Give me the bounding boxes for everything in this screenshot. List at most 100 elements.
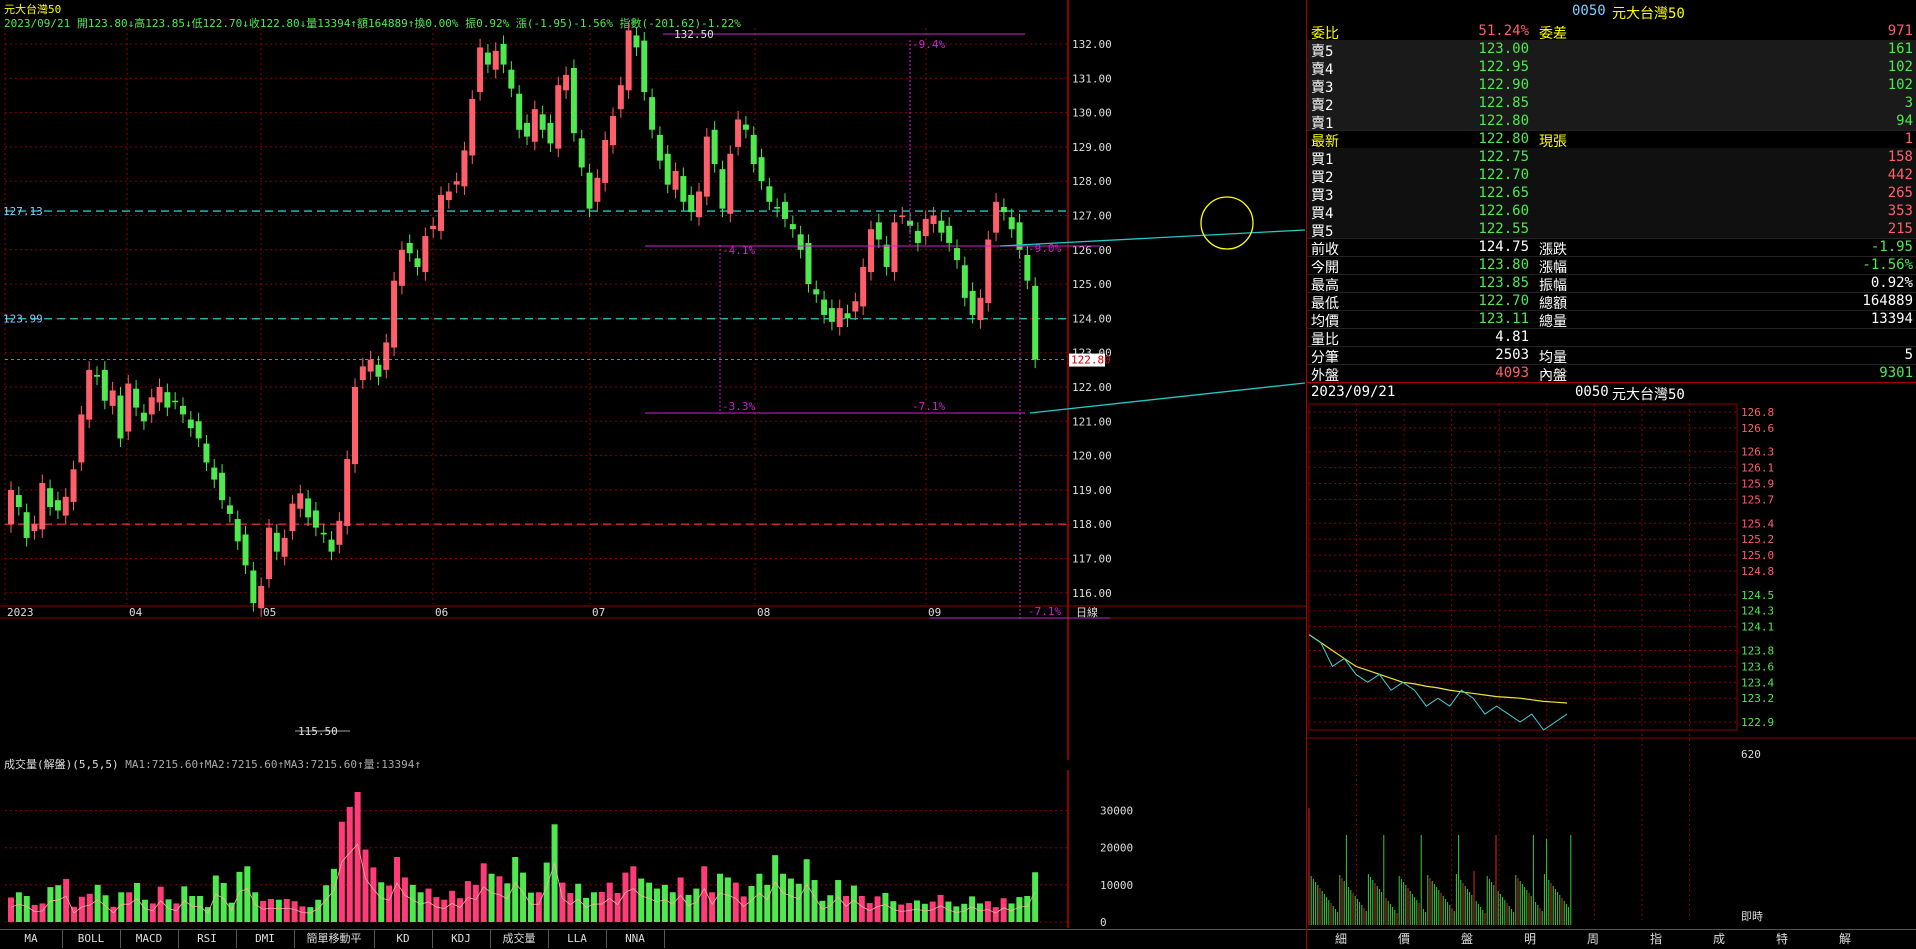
x-axis-label: 04 [129,606,143,619]
candle-body [914,230,921,243]
candle-body [101,369,108,401]
right-tab-0[interactable]: 細 [1311,930,1371,948]
intraday-axis-label: 125.2 [1741,533,1774,546]
volume-bar [724,877,731,922]
volume-bar [890,901,897,922]
quote-value-1: 122.60 [1478,203,1529,219]
quote-value-1: 2503 [1495,347,1529,363]
volume-bar [394,857,401,922]
indicator-tab-4[interactable]: DMI [236,930,295,948]
volume-bar [748,885,755,922]
intraday-axis-label: 126.6 [1741,422,1774,435]
intraday-axis-label: 126.8 [1741,406,1774,419]
candle-body [125,383,132,432]
indicator-tab-5[interactable]: 簡單移動平 [294,930,375,948]
intraday-axis-label: 126.1 [1741,462,1774,475]
volume-bar [992,907,999,922]
volume-bar [386,885,393,922]
candle-body [23,512,30,538]
candle-body [961,265,968,298]
intraday-axis-label: 123.2 [1741,692,1774,705]
candle-body [414,258,421,267]
candle-body [531,109,538,142]
indicator-tab-8[interactable]: 成交量 [490,930,549,948]
volume-bar [850,885,857,922]
candle-body [703,136,710,197]
volume-bar [984,901,991,922]
indicator-tab-3[interactable]: RSI [178,930,237,948]
candle-body [469,98,476,156]
volume-bar [969,896,976,922]
volume-bar [622,872,629,922]
price-chart[interactable]: 132.00131.00130.00129.00128.00127.00126.… [0,0,1306,760]
indicator-tab-9[interactable]: LLA [548,930,607,948]
intraday-axis-label: 123.8 [1741,644,1774,657]
candle-body [328,539,335,552]
indicator-tab-10[interactable]: NNA [606,930,665,948]
volume-bar [709,892,716,922]
volume-bar [134,883,141,922]
right-tab-4[interactable]: 周 [1563,930,1623,948]
volume-bar [1024,896,1031,922]
volume-bar [953,906,960,922]
volume-bar [843,896,850,922]
right-tab-5[interactable]: 指 [1626,930,1686,948]
volume-bar [976,903,983,922]
candle-body [15,495,22,508]
right-tab-1[interactable]: 價 [1374,930,1434,948]
candle-body [453,181,460,185]
intraday-chart[interactable]: 126.8 126.6 126.3 126.1 125.9 125.7 125.4 125.2… [1307,400,1916,928]
candle-body [500,44,507,65]
volume-bar [149,903,156,922]
candle-body [383,342,390,370]
volume-bar [866,903,873,922]
candle-body [391,280,398,348]
quote-row: 量比 4.81 [1307,328,1916,348]
quote-row: 今開 123.80 漲幅 -1.56% [1307,256,1916,276]
candle-body [352,387,358,465]
volume-bar [275,899,282,922]
volume-bar [520,872,527,922]
candle-body [813,289,820,295]
indicator-tab-1[interactable]: BOLL [62,930,121,948]
volume-bar [575,883,582,922]
quote-value-2: 102 [1887,59,1913,75]
candle-body [664,153,671,185]
candle-body [148,397,155,415]
volume-bar [86,893,93,922]
indicator-tab-2[interactable]: MACD [120,930,179,948]
candle-body [31,524,38,532]
indicator-tab-0[interactable]: MA [0,930,63,948]
candle-body [797,234,804,250]
volume-bar [614,893,621,922]
volume-bar [795,883,802,922]
candle-body [86,369,93,420]
quote-header-name: 元大台灣50 [1612,6,1685,22]
intraday-axis-label: 124.3 [1741,605,1774,618]
volume-bar [323,885,330,922]
quote-row: 最低 122.70 總額 164889 [1307,292,1916,312]
volume-bar [858,896,865,922]
volume-bar [457,898,464,922]
right-tab-7[interactable]: 特 [1752,930,1812,948]
indicator-tab-6[interactable]: KD [374,930,433,948]
x-axis-label: 05 [263,606,276,619]
right-tab-6[interactable]: 成 [1689,930,1749,948]
quote-value-1: 122.75 [1478,149,1529,165]
volume-axis-label: 0 [1100,916,1107,928]
quote-row: 買5 122.55 215 [1307,220,1916,240]
quote-value-2: 442 [1887,167,1913,183]
right-tab-2[interactable]: 盤 [1437,930,1497,948]
volume-chart[interactable]: 30000 20000 10000 0 [0,770,1306,928]
volume-bar [535,892,542,922]
volume-bar [669,892,676,922]
volume-bar [803,859,810,922]
high-label: 132.50 [674,28,714,41]
price-axis-label: 131.00 [1072,72,1112,85]
candle-body [633,35,640,48]
right-tab-8[interactable]: 解 [1815,930,1875,948]
volume-bar [756,873,763,922]
right-tab-3[interactable]: 明 [1500,930,1560,948]
timeframe-label: 日線 [1076,605,1098,619]
indicator-tab-7[interactable]: KDJ [432,930,491,948]
